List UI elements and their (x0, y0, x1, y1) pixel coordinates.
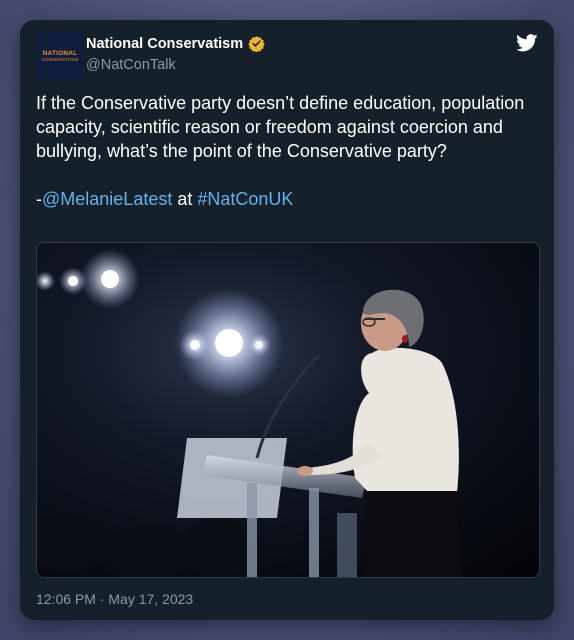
account-name-row: National Conservatism (86, 35, 265, 52)
avatar-wordmark-bottom: CONSERVATISM (41, 56, 79, 62)
speaker-photo-image (37, 243, 539, 577)
tweet-text: If the Conservative party doesn’t define… (36, 91, 541, 211)
hashtag-link[interactable]: #NatConUK (197, 189, 293, 209)
tweet-body: If the Conservative party doesn’t define… (36, 93, 525, 161)
verified-badge-icon (248, 36, 265, 52)
avatar-wordmark-top: NATIONAL (42, 49, 78, 57)
tweet-credit: -@MelanieLatest at #NatConUK (36, 187, 541, 211)
tweet-timestamp[interactable]: 12:06 PM · May 17, 2023 (36, 591, 193, 607)
tweet-photo[interactable] (36, 242, 540, 578)
account-avatar[interactable]: NATIONAL CONSERVATISM (36, 32, 84, 80)
twitter-bird-icon[interactable] (516, 34, 538, 52)
account-display-name[interactable]: National Conservatism (86, 36, 243, 52)
account-handle[interactable]: @NatConTalk (86, 57, 176, 73)
tweet-card: NATIONAL CONSERVATISM National Conservat… (20, 20, 554, 620)
mention-link[interactable]: @MelanieLatest (42, 189, 172, 209)
credit-middle: at (172, 189, 198, 209)
